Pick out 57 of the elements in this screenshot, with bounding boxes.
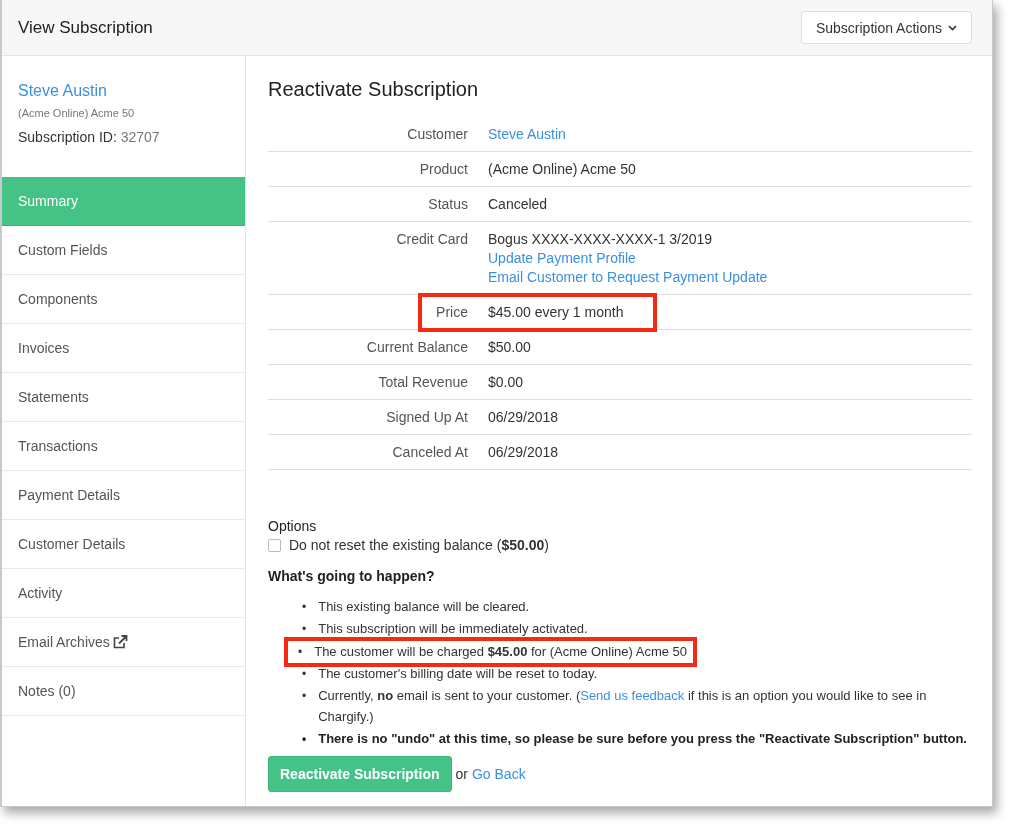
bullet-text: This subscription will be immediately activated.	[318, 620, 588, 639]
section-title: Reactivate Subscription	[268, 78, 480, 101]
detail-label: Customer	[407, 125, 468, 144]
bullet-marker: •	[302, 730, 307, 748]
checkbox-label: Do not reset the existing balance ($50.00)	[289, 537, 549, 553]
bullet-text: The customer's billing date will be reset to today.	[318, 664, 598, 683]
sidebar-item[interactable]: Transactions	[2, 422, 245, 471]
detail-link[interactable]: Email Customer to Request Payment Update	[488, 268, 768, 287]
detail-value: $50.00	[488, 338, 531, 357]
external-link-icon	[112, 635, 128, 649]
subscription-id-value: 32707	[120, 129, 160, 145]
bullet-text: There is no "undo" at this time, so please be sure before you press the "Reactivate Subscription" button.	[318, 729, 967, 748]
detail-label: Credit Card	[396, 230, 468, 249]
page-title: View Subscription	[18, 17, 153, 38]
bullet-marker: •	[302, 621, 307, 639]
sidebar-item[interactable]: Statements	[2, 373, 245, 422]
checkbox[interactable]	[268, 538, 281, 552]
bullet-text: Currently, no email is sent to your customer. (Send us feedback if this is an option you would like to see in Chargify.)	[318, 687, 928, 727]
detail-value: 06/29/2018	[488, 443, 559, 462]
go-back-link[interactable]: Go Back	[471, 766, 526, 783]
detail-label: Price	[436, 303, 468, 322]
options-heading: Options	[268, 518, 318, 534]
detail-label: Current Balance	[366, 338, 468, 357]
product-name: (Acme Online) Acme 50	[18, 107, 136, 119]
detail-value: Bogus XXXX-XXXX-XXXX-1 3/2019	[488, 230, 713, 249]
section-heading: What's going to happen?	[268, 568, 436, 584]
sidebar-item[interactable]: Payment Details	[2, 471, 245, 520]
feedback-link[interactable]: Send us feedback	[580, 688, 685, 704]
or-text: or	[455, 766, 468, 783]
sidebar-item[interactable]: Invoices	[2, 324, 245, 373]
sidebar-item[interactable]: Components	[2, 275, 245, 324]
detail-value: $45.00 every 1 month	[488, 303, 624, 322]
detail-value: (Acme Online) Acme 50	[488, 160, 636, 179]
sidebar-item[interactable]: Activity	[2, 569, 245, 618]
detail-link[interactable]: Update Payment Profile	[488, 249, 636, 268]
bullet-marker: •	[298, 643, 303, 661]
detail-label: Canceled At	[392, 443, 468, 462]
sidebar-item[interactable]: Email Archives	[2, 618, 245, 667]
detail-value: Canceled	[488, 195, 548, 214]
detail-label: Total Revenue	[378, 373, 468, 392]
bullet-marker: •	[302, 665, 307, 683]
sidebar-item[interactable]: Customer Details	[2, 520, 245, 569]
bullet-text: The customer will be charged $45.00 for (Acme Online) Acme 50	[314, 642, 688, 661]
detail-label: Signed Up At	[386, 408, 468, 427]
detail-value: $0.00	[488, 373, 524, 392]
detail-link[interactable]: Steve Austin	[488, 125, 566, 144]
subscription-id-label: Subscription ID:	[18, 129, 117, 145]
bullet-text: This existing balance will be cleared.	[318, 598, 530, 616]
sidebar-item[interactable]: Notes (0)	[2, 667, 245, 716]
bullet-marker: •	[302, 599, 307, 616]
caret-icon	[948, 24, 957, 31]
detail-label: Product	[419, 160, 468, 179]
detail-value: 06/29/2018	[488, 408, 559, 427]
bullet-marker: •	[302, 688, 307, 706]
subscription-actions-button[interactable]: Subscription Actions	[800, 11, 972, 44]
sidebar-item[interactable]: Custom Fields	[2, 226, 245, 275]
detail-label: Status	[428, 195, 468, 214]
